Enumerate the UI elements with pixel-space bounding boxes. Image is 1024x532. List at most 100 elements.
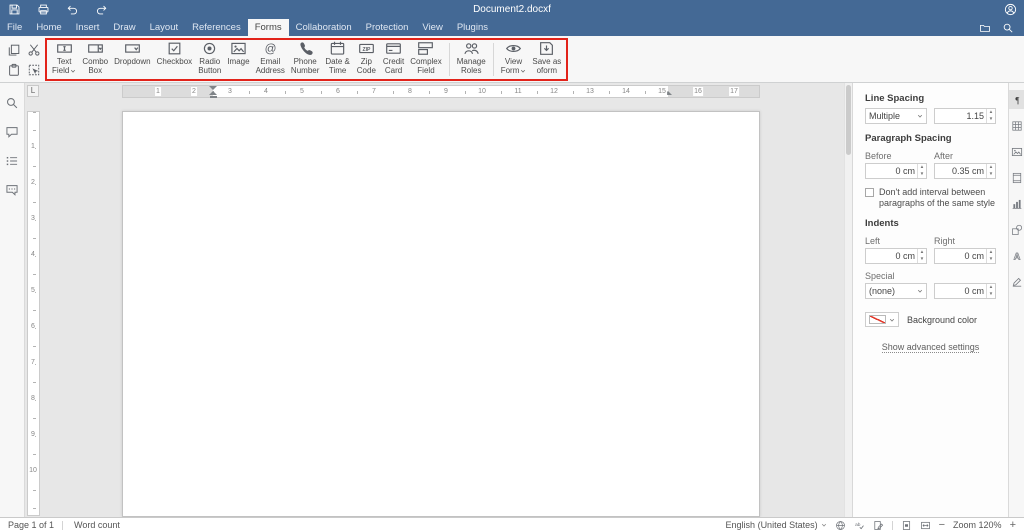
no-interval-checkbox[interactable]: Don't add interval between paragraphs of… [865, 187, 996, 209]
tab-layout[interactable]: Layout [143, 19, 186, 36]
page-number-indicator[interactable]: Page 1 of 1 [8, 520, 54, 530]
spacing-before-input[interactable]: 0 cm ▲ ▼ [865, 163, 927, 179]
v-ruler-number: 8 [31, 395, 35, 403]
combo-box-button[interactable]: Combo Box [79, 38, 111, 81]
phone-number-button[interactable]: Phone Number [288, 38, 322, 81]
set-document-language-button[interactable] [835, 520, 846, 531]
cut-button[interactable] [25, 41, 42, 58]
indent-left-input[interactable]: 0 cm ▲ ▼ [865, 248, 927, 264]
shape-settings-tab[interactable] [1009, 220, 1024, 239]
select-all-button[interactable] [25, 61, 42, 78]
save-as-oform-button[interactable]: Save as oform [529, 38, 564, 81]
radio-button-button[interactable]: Radio Button [195, 38, 224, 81]
dropdown-button[interactable]: Dropdown [111, 38, 153, 81]
chart-icon [1011, 198, 1023, 210]
spin-up-button[interactable]: ▲ [987, 249, 995, 256]
spin-up-button[interactable]: ▲ [987, 109, 995, 116]
zip-code-button[interactable]: ZIP Zip Code [353, 38, 380, 81]
undo-button[interactable] [65, 3, 79, 17]
horizontal-ruler[interactable]: 1 2 3 4 5 6 7 8 9 10 11 12 13 14 15 16 17 [25, 85, 844, 98]
left-indent-square-marker[interactable] [210, 95, 217, 98]
tab-references[interactable]: References [185, 19, 248, 36]
email-address-button[interactable]: @ Email Address [253, 38, 288, 81]
search-button[interactable] [4, 95, 20, 111]
tab-forms[interactable]: Forms [247, 19, 289, 36]
navigation-button[interactable] [4, 153, 20, 169]
date-time-icon [329, 40, 346, 57]
spell-check-button[interactable]: ab [854, 520, 865, 531]
open-file-location-button[interactable] [978, 21, 992, 35]
spin-down-button[interactable]: ▼ [987, 116, 995, 123]
track-changes-button[interactable] [873, 520, 884, 531]
text-field-button[interactable]: Text Field [49, 38, 79, 81]
indent-right-input[interactable]: 0 cm ▲ ▼ [934, 248, 996, 264]
save-button[interactable] [7, 3, 21, 17]
credit-card-button[interactable]: Credit Card [380, 38, 407, 81]
spin-down-button[interactable]: ▼ [987, 256, 995, 263]
redo-button[interactable] [94, 3, 108, 17]
special-indent-select[interactable]: (none) [865, 283, 927, 299]
paragraph-settings-tab[interactable]: ¶ [1008, 90, 1024, 109]
chart-settings-tab[interactable] [1009, 194, 1024, 213]
paste-button[interactable] [5, 61, 22, 78]
spin-down-button[interactable]: ▼ [918, 171, 926, 178]
fit-width-button[interactable] [920, 520, 931, 531]
text-art-settings-tab[interactable]: A [1009, 246, 1024, 265]
document-page[interactable] [122, 111, 760, 517]
search-button-top[interactable] [1001, 21, 1015, 35]
tab-file[interactable]: File [0, 19, 29, 36]
vertical-ruler[interactable]: 1 2 3 4 5 6 7 8 9 10 [27, 99, 40, 517]
signature-settings-tab[interactable] [1009, 272, 1024, 291]
spin-up-button[interactable]: ▲ [987, 284, 995, 291]
checkbox-box [865, 188, 874, 197]
scrollbar-thumb[interactable] [846, 85, 851, 155]
h-ruler-number: 1 [155, 87, 161, 96]
comments-button[interactable] [4, 124, 20, 140]
spin-down-button[interactable]: ▼ [918, 256, 926, 263]
zoom-in-button[interactable]: + [1010, 519, 1016, 531]
tab-plugins[interactable]: Plugins [450, 19, 495, 36]
spin-up-button[interactable]: ▲ [987, 164, 995, 171]
language-selector[interactable]: English (United States) [726, 520, 827, 530]
spin-up-button[interactable]: ▲ [918, 164, 926, 171]
user-account-button[interactable] [1003, 3, 1017, 17]
feedback-icon [5, 183, 19, 197]
line-spacing-select[interactable]: Multiple [865, 108, 927, 124]
tab-draw[interactable]: Draw [106, 19, 142, 36]
word-count-button[interactable]: Word count [71, 520, 120, 530]
copy-icon [7, 43, 21, 57]
tab-insert[interactable]: Insert [69, 19, 107, 36]
vertical-scrollbar[interactable] [844, 83, 852, 517]
image-settings-tab[interactable] [1009, 142, 1024, 161]
feedback-button[interactable] [4, 182, 20, 198]
manage-roles-button[interactable]: Manage Roles [454, 38, 489, 81]
print-button[interactable] [36, 3, 50, 17]
view-form-button[interactable]: View Form [498, 38, 530, 81]
special-indent-value-input[interactable]: 0 cm ▲ ▼ [934, 283, 996, 299]
date-time-button[interactable]: Date & Time [322, 38, 352, 81]
copy-button[interactable] [5, 41, 22, 58]
zoom-level[interactable]: Zoom 120% [953, 520, 1002, 530]
header-footer-settings-tab[interactable] [1009, 168, 1024, 187]
spin-down-button[interactable]: ▼ [987, 291, 995, 298]
complex-field-button[interactable]: Complex Field [407, 38, 445, 81]
tab-view[interactable]: View [415, 19, 449, 36]
table-settings-tab[interactable] [1009, 116, 1024, 135]
tab-home[interactable]: Home [29, 19, 68, 36]
zoom-out-button[interactable]: − [939, 519, 945, 531]
spacing-after-input[interactable]: 0.35 cm ▲ ▼ [934, 163, 996, 179]
image-button[interactable]: Image [224, 38, 252, 81]
checkbox-button[interactable]: Checkbox [154, 38, 196, 81]
h-ruler-right-margin [668, 86, 759, 97]
fit-page-button[interactable] [901, 520, 912, 531]
left-indent-marker[interactable] [209, 91, 217, 95]
line-spacing-value-input[interactable]: 1.15 ▲ ▼ [934, 108, 996, 124]
spin-up-button[interactable]: ▲ [918, 249, 926, 256]
tab-collaboration[interactable]: Collaboration [289, 19, 359, 36]
background-color-button[interactable] [865, 312, 899, 327]
spin-down-button[interactable]: ▼ [987, 171, 995, 178]
show-advanced-settings-link[interactable]: Show advanced settings [881, 342, 980, 353]
button-label: Checkbox [156, 57, 193, 66]
tab-protection[interactable]: Protection [359, 19, 416, 36]
first-line-indent-marker[interactable] [209, 86, 217, 90]
